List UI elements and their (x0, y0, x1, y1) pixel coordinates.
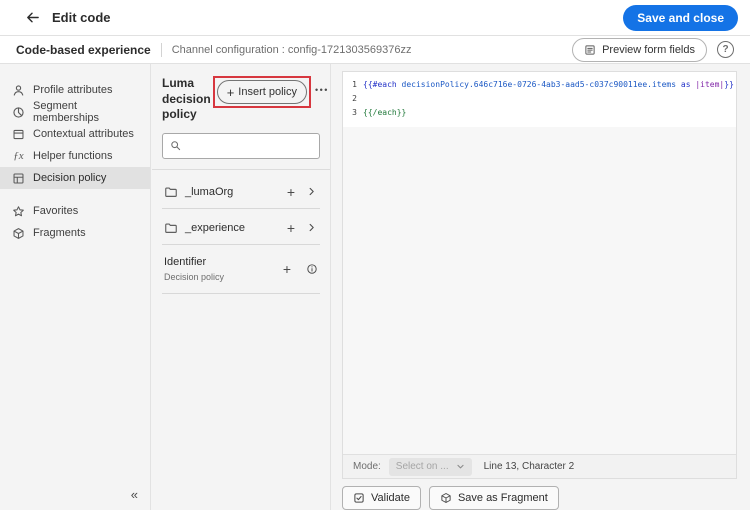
chevron-down-icon (456, 462, 465, 471)
sidebar-item-label: Segment memberships (33, 100, 100, 124)
insert-policy-button[interactable]: + Insert policy (216, 80, 307, 104)
segments-icon (12, 106, 25, 119)
sidebar-item-segment-memberships[interactable]: Segment memberships (0, 100, 150, 124)
editor-actions: Validate Save as Fragment (342, 486, 737, 510)
sidebar-item-label: Fragments (33, 227, 86, 239)
sidebar-item-label: Favorites (33, 205, 79, 217)
code-line-1: 1 {{#each decisionPolicy.646c716e-0726-4… (343, 78, 736, 92)
edit-code-window: Edit code Save and close Code-based expe… (0, 0, 750, 510)
add-button[interactable]: + (284, 221, 298, 235)
sidebar-item-favorites[interactable]: Favorites (0, 200, 150, 222)
preview-form-fields-button[interactable]: Preview form fields (572, 37, 707, 62)
save-and-close-button[interactable]: Save and close (623, 4, 738, 31)
line-number: 1 (352, 80, 357, 89)
sidebar-item-label: Profile attributes (33, 84, 113, 96)
question-mark-icon: ? (722, 44, 729, 55)
decision-policy-panel: Luma decision policy + Insert policy •••… (152, 64, 331, 510)
help-button[interactable]: ? (717, 41, 734, 58)
subheader-actions: Preview form fields ? (572, 37, 734, 62)
fragment-icon (12, 227, 25, 240)
back-button[interactable] (20, 6, 44, 30)
sidebar-item-contextual-attributes[interactable]: Contextual attributes (0, 123, 150, 145)
identifier-label: Identifier (164, 255, 207, 268)
validate-label: Validate (371, 492, 410, 504)
line-number: 3 (352, 108, 357, 117)
folder-label: _experience (185, 221, 245, 234)
code-content[interactable]: 1 {{#each decisionPolicy.646c716e-0726-4… (343, 72, 736, 127)
info-icon[interactable] (306, 263, 318, 275)
subheader: Code-based experience Channel configurat… (0, 36, 750, 64)
code-line-2: 2 (343, 92, 736, 106)
more-dots-icon: ••• (314, 85, 329, 95)
folder-icon (165, 187, 177, 197)
editor-area: 1 {{#each decisionPolicy.646c716e-0726-4… (332, 64, 750, 510)
decision-policy-icon (12, 172, 25, 185)
save-as-fragment-button[interactable]: Save as Fragment (428, 486, 559, 510)
mode-label: Mode: (353, 461, 381, 472)
sidebar-item-helper-functions[interactable]: ƒx Helper functions (0, 145, 150, 167)
code-text: {{/each}} (363, 108, 407, 117)
sidebar-item-fragments[interactable]: Fragments (0, 222, 150, 244)
validate-button[interactable]: Validate (342, 486, 421, 510)
identifier-sublabel: Decision policy (164, 271, 225, 282)
red-highlight-annotation: + Insert policy (212, 76, 311, 108)
person-icon (12, 84, 25, 97)
page-title: Edit code (52, 10, 111, 25)
folder-row-experience[interactable]: _experience + (162, 216, 320, 245)
contextual-attributes-icon (12, 128, 25, 141)
add-button[interactable]: + (280, 262, 294, 276)
folder-icon (165, 223, 177, 233)
chevron-right-icon[interactable] (305, 186, 318, 197)
code-line-3: 3 {{/each}} (343, 106, 736, 120)
collapse-sidebar-button[interactable]: « (131, 487, 138, 502)
search-icon (170, 140, 181, 151)
preview-form-fields-label: Preview form fields (602, 43, 695, 56)
channel-configuration-label: Channel configuration : config-172130356… (171, 43, 412, 56)
sidebar-item-label: Decision policy (33, 172, 107, 184)
experience-type-label: Code-based experience (16, 42, 151, 57)
fragment-icon (440, 492, 452, 504)
identifier-row[interactable]: Identifier Decision policy + (162, 252, 320, 294)
header: Edit code Save and close (0, 0, 750, 36)
code-text: {{#each decisionPolicy.646c716e-0726-4ab… (363, 80, 734, 89)
sidebar: Profile attributes Segment memberships C… (0, 64, 151, 510)
folder-label: _lumaOrg (185, 185, 234, 198)
cursor-position-label: Line 13, Character 2 (483, 461, 575, 472)
policy-panel-title: Luma decision policy (162, 76, 211, 122)
save-as-fragment-label: Save as Fragment (457, 492, 548, 504)
mode-select[interactable]: Select on ... (388, 457, 472, 476)
plus-icon: + (226, 84, 235, 100)
add-button[interactable]: + (284, 185, 298, 199)
folder-row-lumaorg[interactable]: _lumaOrg + (162, 180, 320, 209)
editor-status-bar: Mode: Select on ... Line 13, Character 2 (343, 454, 736, 478)
sidebar-item-label: Helper functions (33, 150, 113, 162)
arrow-left-icon (25, 10, 40, 25)
editor-empty-area[interactable] (343, 127, 736, 454)
insert-policy-label: Insert policy (238, 86, 297, 98)
policy-search-input[interactable] (186, 139, 312, 152)
sidebar-item-profile-attributes[interactable]: Profile attributes (0, 79, 150, 101)
sidebar-item-label: Contextual attributes (33, 128, 134, 140)
divider (152, 168, 330, 170)
form-icon (584, 44, 596, 56)
star-icon (12, 205, 25, 218)
mode-select-value: Select on ... (395, 461, 449, 472)
sidebar-item-decision-policy[interactable]: Decision policy (0, 167, 150, 189)
code-editor[interactable]: 1 {{#each decisionPolicy.646c716e-0726-4… (342, 71, 737, 479)
chevron-right-icon[interactable] (305, 222, 318, 233)
identifier-labels: Identifier Decision policy (164, 256, 280, 282)
divider (160, 42, 162, 57)
line-number: 2 (352, 94, 357, 103)
checkmark-icon (353, 492, 365, 504)
policy-search-box (162, 132, 320, 159)
policy-tree: _lumaOrg + _experience + Identifier Deci… (162, 180, 320, 294)
more-actions-button[interactable]: ••• (315, 85, 329, 95)
policy-panel-header: Luma decision policy + Insert policy ••• (162, 76, 327, 123)
function-icon: ƒx (13, 150, 24, 162)
